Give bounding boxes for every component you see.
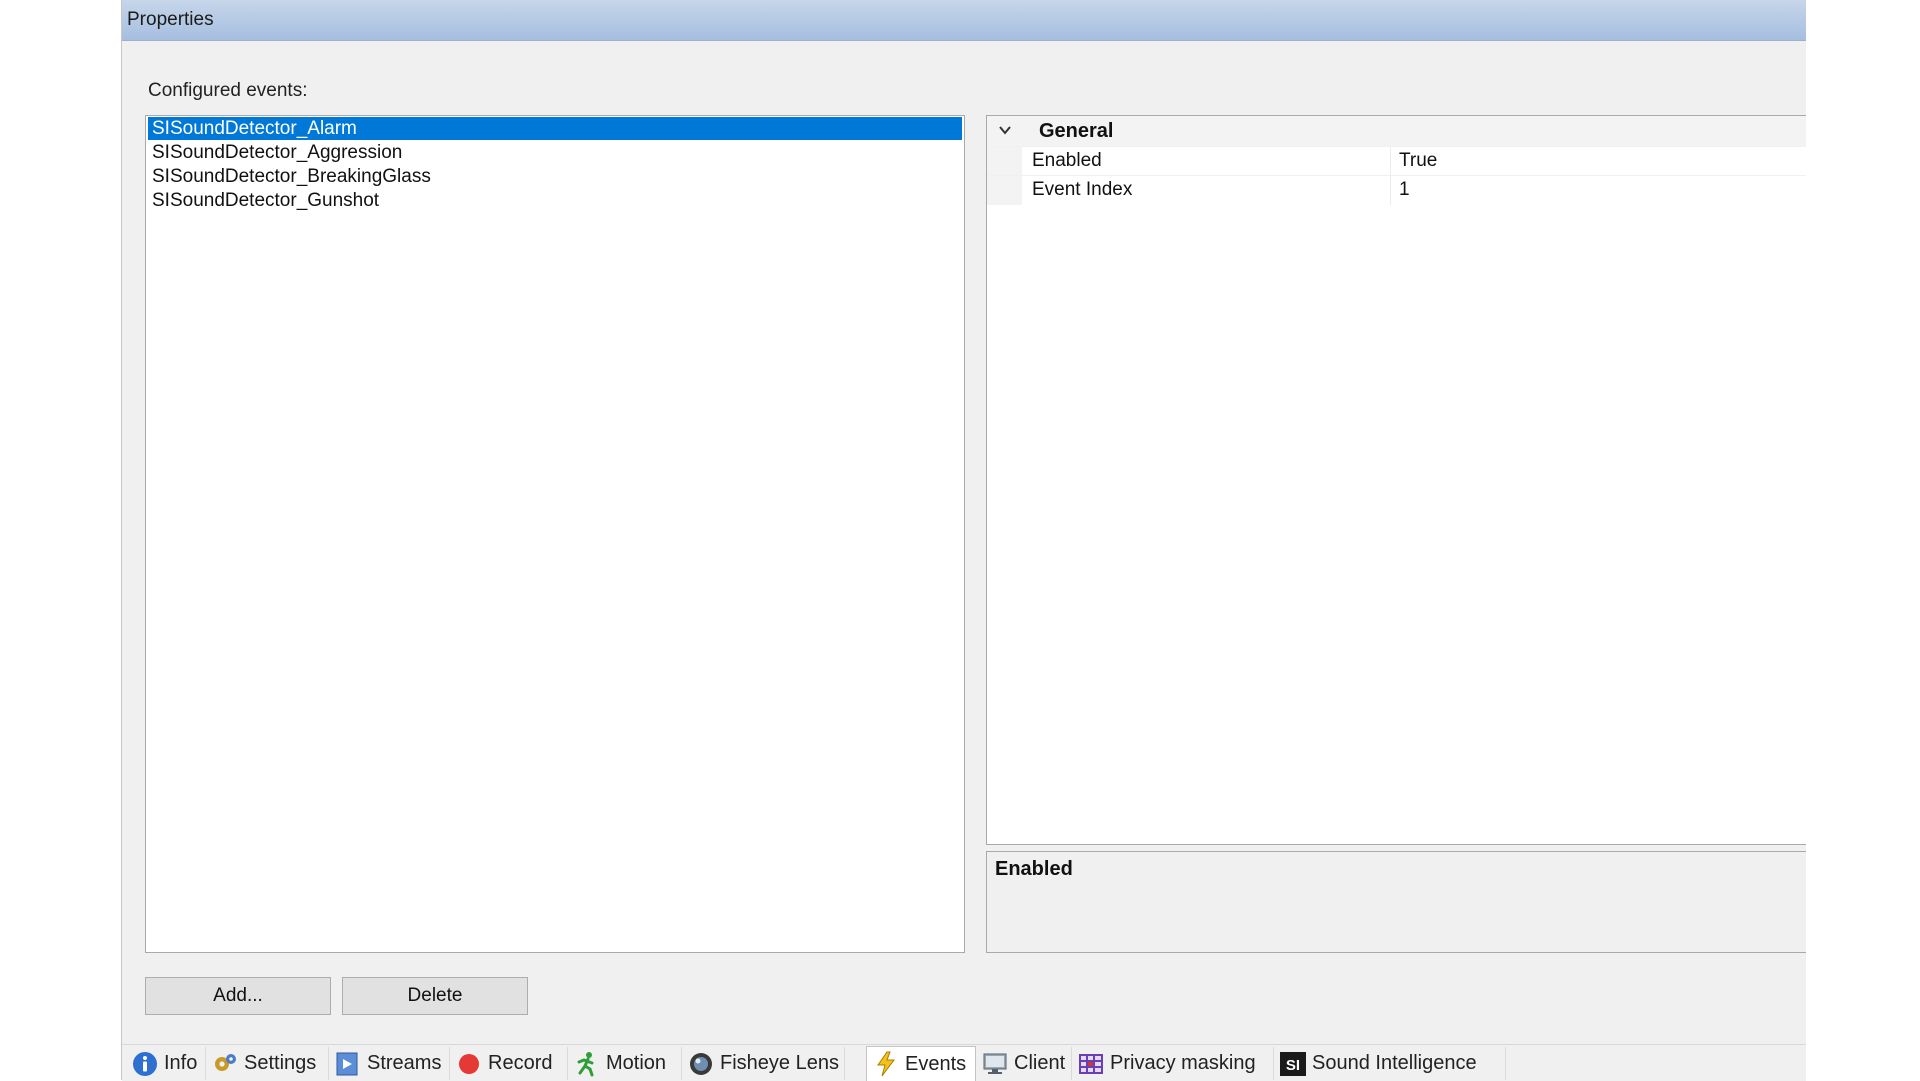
record-icon (459, 1053, 479, 1074)
chevron-down-icon[interactable] (997, 122, 1013, 138)
client-icon (983, 1053, 1007, 1074)
delete-button[interactable]: Delete (342, 977, 528, 1015)
tab-record[interactable]: Record (450, 1047, 568, 1080)
configured-events-label: Configured events: (148, 80, 308, 101)
tab-fisheye-lens-label: Fisheye Lens (720, 1052, 839, 1074)
category-general[interactable]: General (987, 116, 1806, 146)
event-item-breaking-glass[interactable]: SISoundDetector_BreakingGlass (148, 165, 962, 188)
event-item-aggression[interactable]: SISoundDetector_Aggression (148, 141, 962, 164)
tab-record-label: Record (488, 1052, 553, 1074)
property-value-event-index[interactable]: 1 (1399, 179, 1410, 201)
tab-motion[interactable]: Motion (568, 1047, 682, 1080)
tab-fisheye-lens[interactable]: Fisheye Lens (682, 1047, 845, 1080)
property-description-title: Enabled (995, 858, 1073, 880)
tab-events-label: Events (905, 1052, 967, 1075)
tab-privacy-masking-label: Privacy masking (1110, 1052, 1256, 1074)
tab-sound-intelligence[interactable]: SI Sound Intelligence (1274, 1047, 1506, 1080)
title-bar: Properties (122, 0, 1806, 41)
fisheye-lens-icon (690, 1052, 712, 1075)
property-value-enabled[interactable]: True (1399, 150, 1437, 172)
tab-streams-label: Streams (367, 1052, 442, 1074)
property-grid: General Enabled True Event Index 1 (986, 115, 1806, 845)
tab-motion-label: Motion (606, 1052, 667, 1074)
tab-settings-label: Settings (244, 1052, 317, 1074)
motion-icon (577, 1051, 594, 1076)
svg-text:SI: SI (1286, 1057, 1300, 1074)
property-name-event-index: Event Index (1032, 179, 1133, 200)
properties-window: Properties Configured events: SISoundDet… (121, 0, 1806, 1081)
tab-sound-intelligence-label: Sound Intelligence (1312, 1052, 1477, 1074)
info-icon (133, 1051, 157, 1076)
streams-icon (336, 1052, 358, 1075)
tab-client-label: Client (1014, 1052, 1066, 1074)
tab-info[interactable]: Info (126, 1047, 206, 1080)
gear-icon (215, 1053, 236, 1071)
tab-privacy-masking[interactable]: Privacy masking (1072, 1047, 1274, 1080)
configured-events-list[interactable]: SISoundDetector_Alarm SISoundDetector_Ag… (145, 115, 965, 953)
event-item-alarm[interactable]: SISoundDetector_Alarm (148, 117, 962, 140)
property-name-enabled: Enabled (1032, 150, 1102, 171)
property-row-event-index[interactable]: Event Index 1 (987, 175, 1806, 205)
tab-client[interactable]: Client (976, 1047, 1072, 1080)
sound-intelligence-icon: SI (1280, 1051, 1306, 1076)
tab-bar: Info Settings Streams Record Motion Fish… (122, 1044, 1806, 1081)
tab-settings[interactable]: Settings (206, 1047, 329, 1080)
property-description-panel: Enabled (986, 851, 1806, 953)
events-icon (877, 1051, 895, 1077)
property-row-enabled[interactable]: Enabled True (987, 146, 1806, 176)
event-item-gunshot[interactable]: SISoundDetector_Gunshot (148, 189, 962, 212)
tab-info-label: Info (164, 1052, 198, 1074)
tab-events[interactable]: Events (866, 1046, 976, 1081)
category-label: General (1039, 120, 1114, 142)
window-title: Properties (127, 9, 214, 30)
add-button[interactable]: Add... (145, 977, 331, 1015)
privacy-masking-icon (1079, 1053, 1103, 1074)
tab-streams[interactable]: Streams (329, 1047, 450, 1080)
